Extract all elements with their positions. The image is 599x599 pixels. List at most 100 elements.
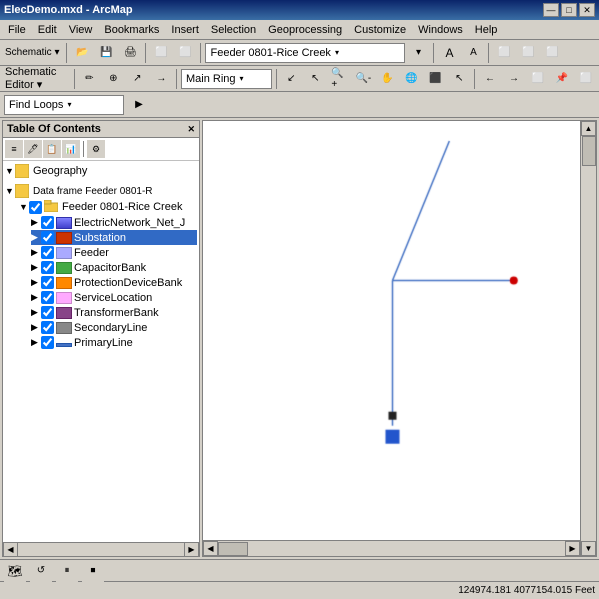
toc-geography[interactable]: ▼ Geography [5,163,197,179]
expand-icon-cap[interactable]: ▶ [31,262,41,273]
menu-item-geoprocessing[interactable]: Geoprocessing [262,22,348,38]
nav-btn-zoom-in[interactable]: 🔍+ [328,68,350,90]
expand-icon-sec[interactable]: ▶ [31,322,41,333]
toolbar-btn-misc2[interactable]: ⬜ [517,42,539,64]
nav-btn-select[interactable]: ↖ [448,68,470,90]
en-checkbox[interactable] [41,216,54,229]
toc-secondary[interactable]: ▶ SecondaryLine [31,320,197,335]
prot-checkbox[interactable] [41,276,54,289]
toc-protection[interactable]: ▶ ProtectionDeviceBank [31,275,197,290]
menu-item-bookmarks[interactable]: Bookmarks [98,22,165,38]
bottom-btn-1[interactable]: 🗺 [4,560,26,582]
nav-btn-forward[interactable]: → [503,68,525,90]
v-scroll-thumb[interactable] [582,136,596,166]
menu-item-help[interactable]: Help [469,22,504,38]
menu-item-edit[interactable]: Edit [32,22,63,38]
nav-btn-misc2[interactable]: 📌 [551,68,573,90]
toolbar-btn-A2[interactable]: A [462,42,484,64]
toc-dataframe[interactable]: ▼ Data frame Feeder 0801-R [5,183,197,199]
expand-icon-trans[interactable]: ▶ [31,307,41,318]
toc-src-btn[interactable]: 📋 [43,140,61,158]
maximize-button[interactable]: □ [561,3,577,17]
toc-capacitor[interactable]: ▶ CapacitorBank [31,260,197,275]
scroll-right-btn[interactable]: ▶ [565,541,580,556]
close-button[interactable]: ✕ [579,3,595,17]
expand-icon[interactable]: ▼ [5,166,15,176]
toolbar-btn-edit3[interactable]: ↗ [126,68,148,90]
menu-item-selection[interactable]: Selection [205,22,262,38]
toc-options-btn[interactable]: ⚙ [87,140,105,158]
toolbar-btn-edit4[interactable]: → [150,68,172,90]
toolbar-btn-open[interactable]: 📂 [71,42,93,64]
expand-icon-f[interactable]: ▶ [31,247,41,258]
nav-btn-misc3[interactable]: ⬜ [575,68,597,90]
feeder2-checkbox[interactable] [41,246,54,259]
toolbar-btn-misc[interactable]: ⬜ [493,42,515,64]
toc-scroll-left[interactable]: ◀ [3,542,18,557]
toolbar-btn-misc3[interactable]: ⬜ [541,42,563,64]
expand-icon-prot[interactable]: ▶ [31,277,41,288]
feeder-checkbox[interactable] [29,201,42,214]
menu-item-insert[interactable]: Insert [165,22,205,38]
toc-primary[interactable]: ▶ PrimaryLine [31,335,197,350]
bottom-btn-pause[interactable]: ⏸ [56,560,78,582]
feeder-arrow-btn[interactable]: ▾ [407,42,429,64]
sub-checkbox[interactable] [41,231,54,244]
toolbar-btn-edit2[interactable]: ⊕ [102,68,124,90]
feeder-dropdown[interactable]: Feeder 0801-Rice Creek ▾ [205,43,405,63]
menu-item-customize[interactable]: Customize [348,22,412,38]
h-scroll-thumb[interactable] [218,542,248,556]
menu-item-file[interactable]: File [2,22,32,38]
toc-service[interactable]: ▶ ServiceLocation [31,290,197,305]
toolbar-btn-edit1[interactable]: ✏ [78,68,100,90]
toc-substation[interactable]: ▶ Substation [31,230,197,245]
find-loops-go-btn[interactable]: ▶ [128,94,150,116]
expand-icon-sub[interactable]: ▶ [31,232,41,243]
toc-sel-btn[interactable]: 📊 [62,140,80,158]
expand-icon-df[interactable]: ▼ [5,186,15,196]
nav-btn-misc[interactable]: ⬜ [527,68,549,90]
toolbar-btn-print[interactable]: 🖨 [119,42,141,64]
toc-electricnetwork[interactable]: ▶ ElectricNetwork_Net_J [31,215,197,230]
expand-icon-svc[interactable]: ▶ [31,292,41,303]
expand-icon-feeder[interactable]: ▼ [19,202,29,212]
toolbar-btn-3[interactable]: ⬜ [150,42,172,64]
scroll-down-btn[interactable]: ▼ [581,541,596,556]
nav-btn-1[interactable]: ↙ [280,68,302,90]
bottom-btn-2[interactable]: ↺ [30,560,52,582]
nav-btn-2[interactable]: ↖ [304,68,326,90]
nav-btn-back[interactable]: ← [479,68,501,90]
toolbar-btn-save[interactable]: 💾 [95,42,117,64]
nav-btn-pan[interactable]: ✋ [376,68,398,90]
expand-icon-prim[interactable]: ▶ [31,337,41,348]
minimize-button[interactable]: — [543,3,559,17]
scroll-up-btn[interactable]: ▲ [581,121,596,136]
toc-draw-btn[interactable]: 🖊 [24,140,42,158]
bottom-btn-stop[interactable]: ⏹ [82,560,104,582]
trans-checkbox[interactable] [41,306,54,319]
toolbar-btn-A[interactable]: A [438,42,460,64]
toc-feeder[interactable]: ▶ Feeder [31,245,197,260]
menu-item-view[interactable]: View [63,22,99,38]
svc-checkbox[interactable] [41,291,54,304]
sec-checkbox[interactable] [41,321,54,334]
toc-feeder0801[interactable]: ▼ Feeder 0801-Rice Creek [19,199,197,215]
schematic-editor-dropdown-btn[interactable]: Schematic Editor ▾ [2,68,70,90]
cap-checkbox[interactable] [41,261,54,274]
toc-list-btn[interactable]: ≡ [5,140,23,158]
prim-checkbox[interactable] [41,336,54,349]
nav-btn-globe[interactable]: 🌐 [400,68,422,90]
nav-btn-zoom-out[interactable]: 🔍- [352,68,374,90]
main-ring-dropdown[interactable]: Main Ring ▾ [181,69,272,89]
find-loops-dropdown[interactable]: Find Loops ▾ [4,95,124,115]
nav-btn-extent[interactable]: ⬛ [424,68,446,90]
toc-scroll-right[interactable]: ▶ [184,542,199,557]
scroll-left-btn[interactable]: ◀ [203,541,218,556]
expand-icon-en[interactable]: ▶ [31,217,41,228]
en-layer-icon [56,217,72,229]
toc-transformer[interactable]: ▶ TransformerBank [31,305,197,320]
menu-item-windows[interactable]: Windows [412,22,469,38]
toc-close-btn[interactable]: ✕ [187,124,195,135]
toolbar-btn-4[interactable]: ⬜ [174,42,196,64]
schematic-dropdown-btn[interactable]: Schematic ▾ [2,42,62,64]
